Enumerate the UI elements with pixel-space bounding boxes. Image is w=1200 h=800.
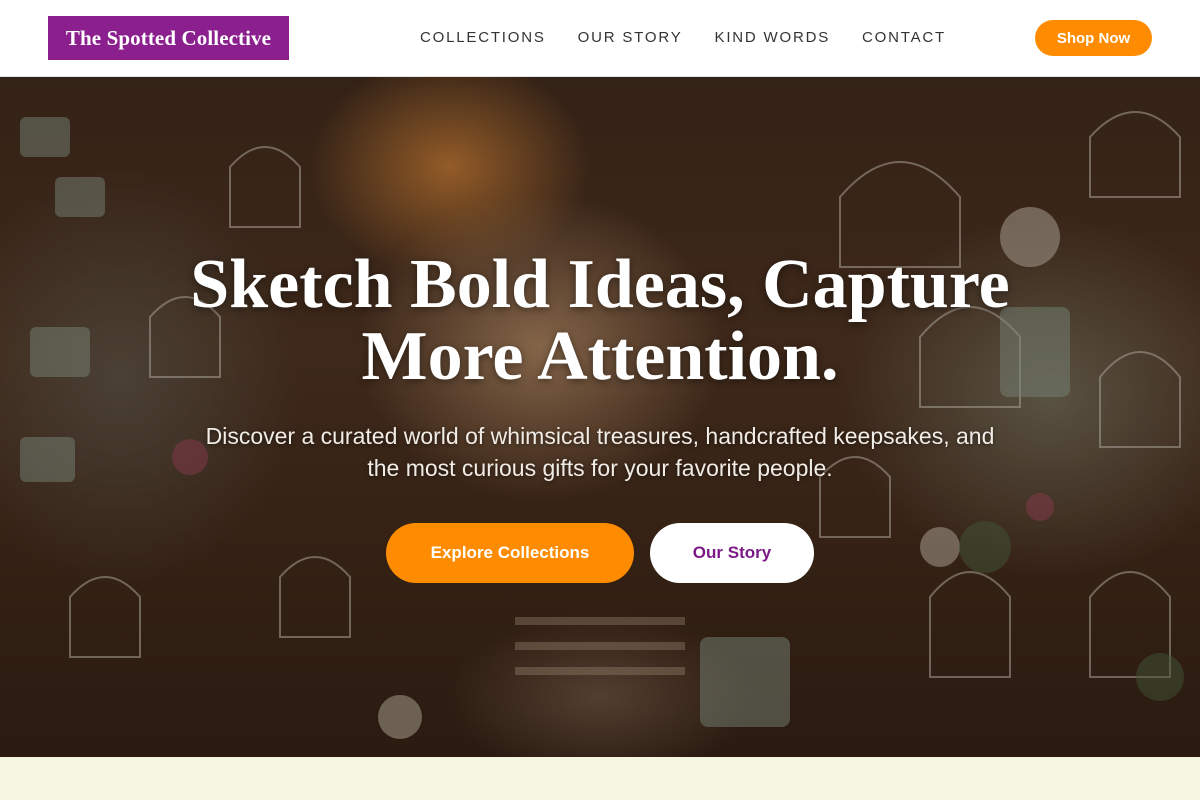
hero-subtitle-line-1: Discover a curated world of whimsical tr… [205,423,995,449]
hero-subtitle: Discover a curated world of whimsical tr… [150,420,1050,484]
explore-collections-button[interactable]: Explore Collections [386,523,634,583]
next-section [0,757,1200,800]
hero-content: Sketch Bold Ideas, Capture More Attentio… [0,77,1200,757]
main-nav: COLLECTIONS OUR STORY KIND WORDS CONTACT [420,27,978,49]
hero-title: Sketch Bold Ideas, Capture More Attentio… [100,249,1100,393]
site-header: The Spotted Collective COLLECTIONS OUR S… [0,0,1200,77]
shop-now-button[interactable]: Shop Now [1035,20,1152,56]
nav-link-our-story[interactable]: OUR STORY [578,27,683,49]
nav-link-collections[interactable]: COLLECTIONS [420,27,546,49]
hero-section: Sketch Bold Ideas, Capture More Attentio… [0,77,1200,757]
nav-link-kind-words[interactable]: KIND WORDS [715,27,831,49]
our-story-button[interactable]: Our Story [650,523,814,583]
hero-subtitle-line-2: the most curious gifts for your favorite… [367,455,833,481]
hero-title-line-1: Sketch Bold Ideas, Capture [190,246,1010,323]
hero-title-line-2: More Attention. [361,318,839,395]
nav-link-contact[interactable]: CONTACT [862,27,946,49]
site-logo[interactable]: The Spotted Collective [48,16,289,60]
